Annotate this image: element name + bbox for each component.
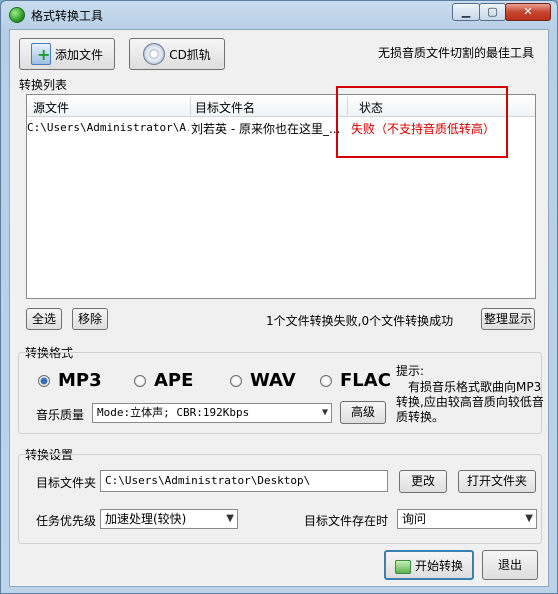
cd-icon: [143, 43, 166, 65]
hint-title: 提示:: [396, 364, 425, 378]
target-folder-label: 目标文件夹: [36, 476, 97, 490]
window-title: 格式转换工具: [31, 9, 104, 23]
radio-label-mp3: MP3: [58, 370, 102, 391]
start-convert-button[interactable]: 开始转换: [384, 550, 474, 580]
conversion-summary: 1个文件转换失败,0个文件转换成功: [266, 314, 454, 328]
priority-label: 任务优先级: [36, 514, 97, 528]
app-icon: [9, 7, 25, 23]
annotation-highlight-box: [336, 86, 508, 158]
maximize-button[interactable]: ▢: [479, 3, 506, 21]
tidy-display-button[interactable]: 整理显示: [481, 308, 535, 330]
exists-select-value: 询问: [402, 512, 427, 526]
row-source: C:\Users\Administrator\A...: [27, 121, 189, 134]
add-file-label: 添加文件: [54, 47, 103, 62]
exit-button[interactable]: 退出: [482, 550, 538, 580]
radio-indicator[interactable]: [230, 374, 242, 387]
list-group-label: 转换列表: [19, 78, 68, 92]
hint-text: 有损音乐格式歌曲向MP3转换,应由较高音质向较低音质转换。: [396, 380, 544, 424]
priority-select[interactable]: 加速处理(较快) ▼: [100, 509, 238, 529]
cd-rip-button[interactable]: CD抓轨: [129, 38, 225, 70]
add-file-button[interactable]: 添加文件: [19, 38, 115, 70]
client-area: 添加文件 CD抓轨 无损音质文件切割的最佳工具 转换列表 源文件 目标文件名 状…: [9, 29, 549, 587]
exists-label: 目标文件存在时: [304, 514, 389, 528]
target-folder-input[interactable]: C:\Users\Administrator\Desktop\: [100, 470, 388, 492]
quality-select[interactable]: Mode:立体声; CBR:192Kbps ▼: [92, 403, 332, 423]
open-folder-button[interactable]: 打开文件夹: [458, 470, 536, 493]
radio-mp3[interactable]: MP3: [38, 370, 102, 391]
row-target: 刘若英 - 原来你也在这里_...: [191, 122, 341, 136]
start-convert-label: 开始转换: [414, 559, 463, 573]
radio-wav[interactable]: WAV: [230, 370, 296, 391]
remove-button[interactable]: 移除: [72, 308, 108, 330]
quality-label: 音乐质量: [36, 408, 85, 422]
radio-flac[interactable]: FLAC: [320, 370, 391, 391]
column-header-target[interactable]: 目标文件名: [195, 99, 255, 116]
cd-rip-label: CD抓轨: [169, 47, 211, 62]
radio-label-wav: WAV: [250, 370, 296, 391]
exists-select[interactable]: 询问 ▼: [397, 509, 537, 529]
change-folder-button[interactable]: 更改: [399, 470, 447, 493]
column-separator[interactable]: [190, 97, 191, 115]
radio-indicator[interactable]: [320, 374, 332, 387]
title-bar[interactable]: 格式转换工具 ▁ ▢ ✕: [1, 1, 557, 29]
dropdown-arrow-icon[interactable]: ▼: [322, 404, 328, 422]
minimize-button[interactable]: ▁: [452, 3, 480, 21]
add-file-icon: [30, 43, 51, 65]
tagline: 无损音质文件切割的最佳工具: [377, 46, 534, 60]
close-button[interactable]: ✕: [505, 3, 551, 21]
dropdown-arrow-icon[interactable]: ▼: [226, 510, 234, 528]
priority-select-value: 加速处理(较快): [105, 512, 187, 526]
settings-group: [18, 454, 542, 544]
app-window: 格式转换工具 ▁ ▢ ✕ 添加文件 CD抓轨 无损音质文件切割的最佳工具 转换列…: [0, 0, 558, 594]
radio-indicator-checked[interactable]: [38, 374, 50, 387]
radio-ape[interactable]: APE: [134, 370, 193, 391]
convert-icon: [394, 559, 411, 574]
radio-label-flac: FLAC: [340, 370, 391, 391]
dropdown-arrow-icon[interactable]: ▼: [525, 510, 533, 528]
advanced-button[interactable]: 高级: [340, 401, 386, 424]
radio-indicator[interactable]: [134, 374, 146, 387]
select-all-button[interactable]: 全选: [26, 308, 62, 330]
column-header-source[interactable]: 源文件: [33, 99, 69, 116]
quality-select-value: Mode:立体声; CBR:192Kbps: [97, 406, 250, 419]
radio-label-ape: APE: [154, 370, 194, 391]
